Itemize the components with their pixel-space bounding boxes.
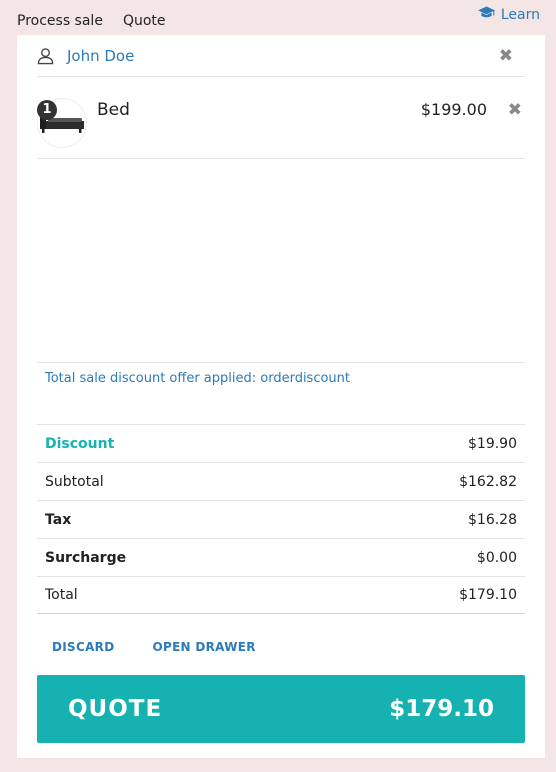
discount-message: Total sale discount offer applied: order… [37, 362, 525, 422]
subtotal-value: $162.82 [459, 473, 517, 490]
subtotal-row: Subtotal $162.82 [37, 462, 525, 500]
surcharge-label: Surcharge [45, 549, 127, 566]
discount-value: $19.90 [468, 435, 517, 452]
cart-line-item[interactable]: 1 Bed $199.00 ✖ [37, 78, 525, 159]
open-drawer-button[interactable]: OPEN DRAWER [152, 640, 255, 654]
quantity-badge: 1 [37, 100, 57, 120]
tax-value: $16.28 [468, 511, 517, 528]
customer-row: John Doe ✖ [37, 35, 525, 77]
learn-link[interactable]: Learn [477, 6, 540, 23]
item-price: $199.00 [420, 100, 487, 119]
totals-table: Discount $19.90 Subtotal $162.82 Tax $16… [37, 424, 525, 614]
quote-button-amount: $179.10 [389, 696, 494, 722]
quote-button[interactable]: QUOTE $179.10 [37, 675, 525, 743]
tab-process-sale[interactable]: Process sale [17, 0, 103, 40]
surcharge-row: Surcharge $0.00 [37, 538, 525, 576]
sale-mode-tabs: Process sale Quote [17, 0, 186, 40]
tax-row: Tax $16.28 [37, 500, 525, 538]
sale-actions: DISCARD OPEN DRAWER [52, 640, 256, 654]
learn-label: Learn [500, 6, 540, 23]
tax-label: Tax [45, 511, 72, 528]
tab-quote[interactable]: Quote [122, 0, 166, 40]
remove-item-icon[interactable]: ✖ [508, 102, 522, 119]
graduation-cap-icon [477, 6, 495, 23]
remove-customer-icon[interactable]: ✖ [499, 48, 513, 65]
surcharge-value: $0.00 [476, 549, 517, 566]
total-value: $179.10 [459, 587, 517, 603]
discard-button[interactable]: DISCARD [52, 640, 114, 654]
person-icon [37, 47, 54, 65]
quote-button-label: QUOTE [68, 696, 163, 722]
sale-panel: John Doe ✖ 1 Bed $199.00 ✖ Total sale di… [17, 35, 545, 758]
customer-name[interactable]: John Doe [67, 47, 134, 65]
total-label: Total [45, 587, 78, 603]
discount-row[interactable]: Discount $19.90 [37, 424, 525, 462]
item-name: Bed [97, 100, 130, 120]
discount-label[interactable]: Discount [45, 436, 114, 452]
subtotal-label: Subtotal [45, 473, 104, 490]
total-row: Total $179.10 [37, 576, 525, 614]
